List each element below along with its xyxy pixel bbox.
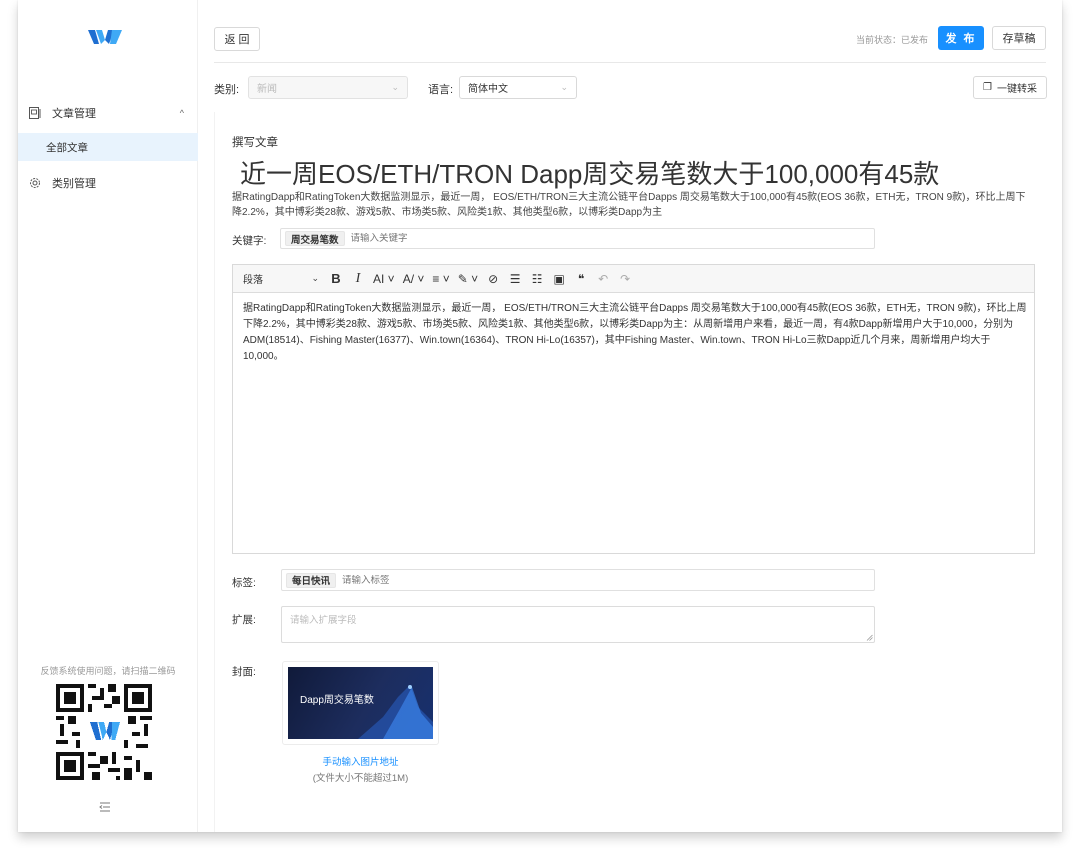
app-window: 文章管理 ^ 全部文章 类别管理 反馈系统使用问题，请扫描二维码 返 回 当前状…	[18, 0, 1062, 832]
align-button[interactable]: ≡ ˅	[428, 265, 453, 293]
language-label: 语言:	[428, 84, 454, 96]
publish-status-text: 当前状态：已发布	[856, 35, 929, 45]
copy-icon: ❐	[983, 82, 992, 93]
resize-handle-icon[interactable]	[866, 634, 873, 641]
quote-button[interactable]: ❝	[570, 265, 592, 293]
keyword-field[interactable]: 周交易笔数	[280, 228, 875, 249]
language-select[interactable]: 简体中文 ⌄	[459, 76, 577, 99]
sidebar-item-article-management[interactable]: 文章管理 ^	[18, 100, 198, 126]
one-click-convert-button[interactable]: ❐ 一键转采	[973, 76, 1047, 99]
extension-placeholder: 请输入扩展字段	[290, 615, 357, 626]
font-style-button[interactable]: A/ ˅	[399, 265, 429, 293]
article-summary-input[interactable]: 据RatingDapp和RatingToken大数据监测显示，最近一周， EOS…	[232, 190, 1032, 220]
collapse-menu-icon[interactable]	[98, 800, 112, 814]
keyword-label: 关键字:	[232, 235, 267, 247]
convert-button-label: 一键转采	[996, 84, 1037, 95]
chevron-down-icon: ⌄	[311, 273, 319, 283]
sidebar-item-all-articles[interactable]: 全部文章	[18, 133, 198, 161]
undo-button[interactable]: ↶	[592, 265, 614, 293]
tag-field[interactable]: 每日快讯	[281, 569, 875, 591]
numbered-list-button[interactable]: ☷	[526, 265, 548, 293]
tag-input[interactable]	[342, 574, 543, 586]
sidebar-item-category-management[interactable]: 类别管理	[18, 170, 198, 196]
chevron-up-icon: ^	[179, 108, 184, 118]
back-button[interactable]: 返 回	[214, 27, 260, 51]
document-icon	[29, 107, 41, 119]
keyword-chip[interactable]: 周交易笔数	[285, 231, 345, 246]
chevron-down-icon: ⌄	[391, 82, 399, 92]
gear-icon	[30, 178, 40, 188]
category-select-value: 新闻	[257, 84, 277, 95]
qr-code-image	[56, 684, 152, 780]
write-article-heading: 撰写文章	[232, 137, 278, 149]
sidebar-item-label: 文章管理	[52, 108, 96, 120]
extension-label: 扩展:	[232, 614, 256, 626]
file-size-note: (文件大小不能超过1M)	[312, 773, 409, 784]
sidebar-item-label: 类别管理	[52, 178, 96, 190]
editor-toolbar: 段落 ⌄ B I AI ˅ A/ ˅ ≡ ˅ ✎ ˅ ⊘ ☰ ☷ ▣ ❝ ↶ ↷	[233, 265, 1034, 293]
editor-content[interactable]: 据RatingDapp和RatingToken大数据监测显示，最近一周， EOS…	[243, 301, 1027, 365]
bullet-list-button[interactable]: ☰	[504, 265, 526, 293]
divider	[214, 62, 1046, 63]
redo-button[interactable]: ↷	[614, 265, 636, 293]
keyword-input[interactable]	[350, 233, 551, 244]
tag-chip[interactable]: 每日快讯	[286, 572, 337, 588]
publish-button[interactable]: 发 布	[938, 26, 984, 50]
cover-label: 封面:	[232, 666, 256, 678]
feedback-text: 反馈系统使用问题，请扫描二维码	[40, 666, 176, 676]
paragraph-format-value: 段落	[243, 275, 263, 286]
sidebar-item-label: 全部文章	[46, 141, 88, 154]
paragraph-format-select[interactable]: 段落 ⌄	[233, 265, 325, 293]
link-button[interactable]: ⊘	[482, 265, 504, 293]
extension-textarea[interactable]: 请输入扩展字段	[281, 606, 875, 643]
cover-image-upload[interactable]: Dapp周交易笔数	[282, 661, 439, 745]
bold-button[interactable]: B	[325, 265, 347, 293]
tag-label: 标签:	[232, 577, 256, 589]
save-draft-button[interactable]: 存草稿	[992, 26, 1046, 50]
cover-image-text: Dapp周交易笔数	[300, 695, 374, 706]
manual-image-url-link[interactable]: 手动输入图片地址	[282, 754, 439, 768]
italic-button[interactable]: I	[347, 265, 369, 293]
sidebar: 文章管理 ^ 全部文章 类别管理 反馈系统使用问题，请扫描二维码	[18, 0, 198, 832]
highlight-button[interactable]: ✎ ˅	[454, 265, 482, 293]
cover-image: Dapp周交易笔数	[288, 667, 433, 739]
category-select[interactable]: 新闻 ⌄	[248, 76, 408, 99]
article-title-input[interactable]: 近一周EOS/ETH/TRON Dapp周交易笔数大于100,000有45款	[240, 154, 939, 191]
chevron-down-icon: ⌄	[560, 82, 568, 92]
rich-text-editor[interactable]: 段落 ⌄ B I AI ˅ A/ ˅ ≡ ˅ ✎ ˅ ⊘ ☰ ☷ ▣ ❝ ↶ ↷…	[232, 264, 1035, 554]
brand-logo	[88, 30, 122, 44]
font-size-button[interactable]: AI ˅	[369, 265, 399, 293]
category-label: 类别:	[214, 84, 240, 96]
insert-image-button[interactable]: ▣	[548, 265, 570, 293]
language-select-value: 简体中文	[468, 84, 508, 95]
